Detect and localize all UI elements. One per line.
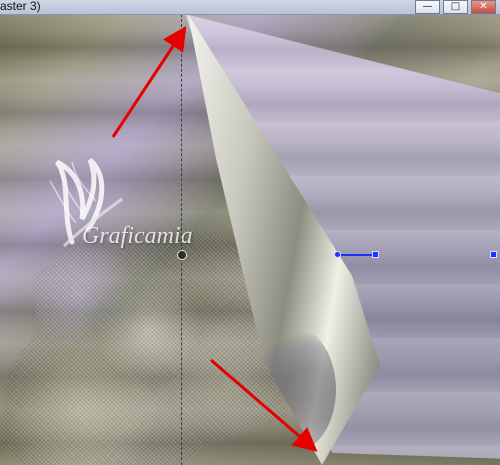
- transform-handle-right[interactable]: [490, 251, 497, 258]
- close-button[interactable]: ✕: [471, 0, 496, 14]
- graficamia-watermark: Graficamia: [40, 150, 220, 265]
- transform-handle-line[interactable]: [338, 254, 376, 256]
- watermark-text: Graficamia: [82, 223, 193, 249]
- guide-node[interactable]: [177, 250, 187, 260]
- image-editor-window: aster 3) — □ ✕ Graficamia: [0, 0, 500, 465]
- window-controls: — □ ✕: [415, 0, 496, 14]
- vertical-guide-line[interactable]: [181, 14, 182, 465]
- minimize-button[interactable]: —: [415, 0, 440, 14]
- transform-handle-left[interactable]: [372, 251, 379, 258]
- rotation-handle[interactable]: [334, 251, 341, 258]
- maximize-button[interactable]: □: [443, 0, 468, 14]
- image-canvas[interactable]: Graficamia: [0, 14, 500, 465]
- window-title: aster 3): [0, 0, 41, 13]
- window-titlebar: aster 3) — □ ✕: [0, 0, 500, 15]
